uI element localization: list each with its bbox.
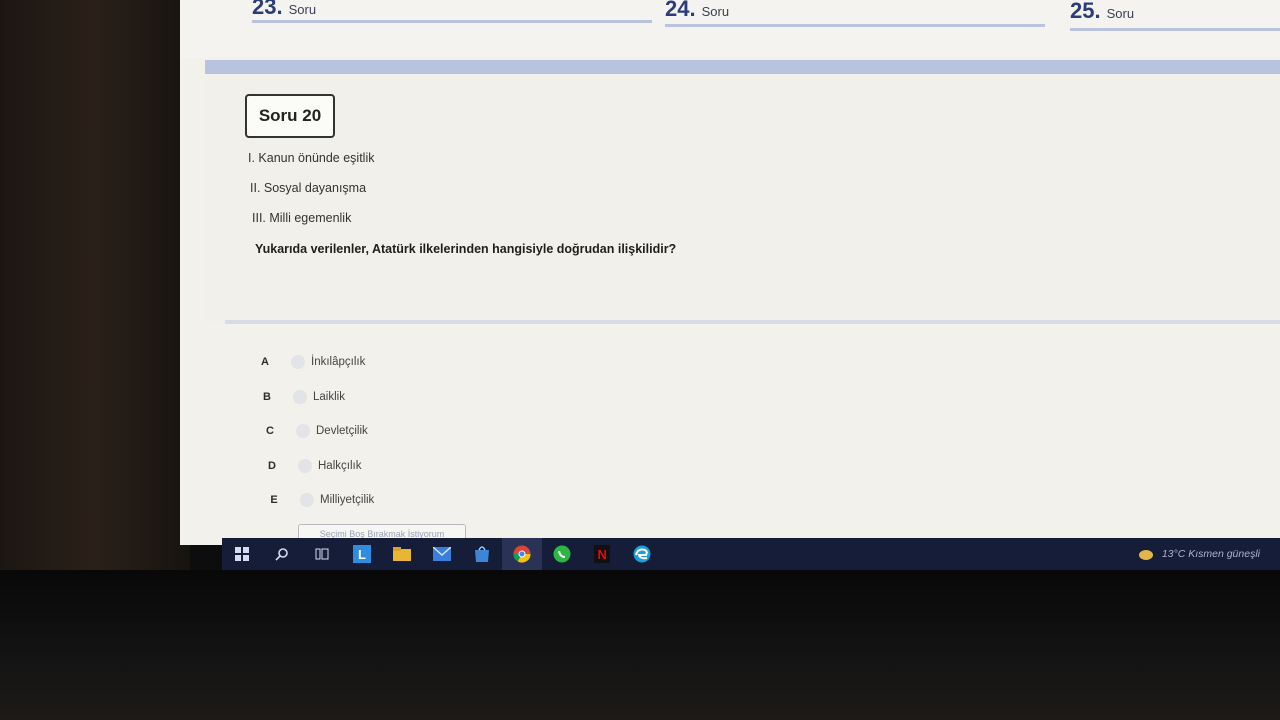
statement-3: III. Milli egemenlik	[252, 211, 352, 225]
question-number-badge: Soru 20	[245, 94, 335, 138]
nav-number: 25.	[1070, 0, 1101, 23]
option-letter: B	[263, 391, 271, 403]
radio-button[interactable]	[291, 355, 305, 369]
radio-button[interactable]	[296, 424, 310, 438]
statement-1: I. Kanun önünde eşitlik	[248, 151, 375, 165]
svg-text:L: L	[358, 547, 366, 562]
question-panel: Soru 20 I. Kanun önünde eşitlik II. Sosy…	[205, 74, 1280, 324]
netflix-icon[interactable]: N	[582, 538, 622, 570]
option-letter: E	[270, 494, 278, 506]
option-text: Laiklik	[313, 391, 345, 403]
svg-text:N: N	[598, 547, 607, 562]
l-app-icon[interactable]: L	[342, 538, 382, 570]
nav-label: Soru	[701, 4, 730, 19]
section-divider	[225, 320, 1280, 324]
file-explorer-icon[interactable]	[382, 538, 422, 570]
taskbar: L N 13°C Kısmen güneşli	[222, 538, 1280, 570]
header-band	[205, 60, 1280, 74]
nav-question-24[interactable]: 24. Soru	[665, 0, 729, 22]
option-b[interactable]: B Laiklik	[257, 387, 345, 407]
mail-icon[interactable]	[422, 538, 462, 570]
browser-screen: b202000051 - 27560353202 b202000051 - 27…	[180, 0, 1280, 545]
nav-question-25[interactable]: 25. Soru	[1070, 0, 1134, 24]
nav-question-23[interactable]: 23. Soru	[252, 0, 316, 20]
system-tray: 13°C Kısmen güneşli	[1138, 538, 1260, 570]
nav-underline	[665, 24, 1045, 27]
question-nav: 23. Soru 24. Soru 25. Soru	[180, 0, 1280, 58]
option-text: Halkçılık	[318, 460, 362, 472]
weather-text[interactable]: 13°C Kısmen güneşli	[1162, 548, 1260, 560]
option-letter: C	[266, 425, 274, 437]
laptop-bezel-bottom	[0, 570, 1280, 720]
option-letter: A	[261, 356, 269, 368]
nav-number: 24.	[665, 0, 696, 21]
nav-underline	[252, 20, 652, 23]
nav-label: Soru	[1106, 6, 1135, 21]
option-text: Milliyetçilik	[320, 494, 375, 506]
option-text: Devletçilik	[316, 425, 368, 437]
chrome-icon[interactable]	[502, 538, 542, 570]
option-text: İnkılâpçılık	[311, 356, 366, 368]
option-letter: D	[268, 460, 276, 472]
store-icon[interactable]	[462, 538, 502, 570]
task-view-icon[interactable]	[302, 538, 342, 570]
question-prompt: Yukarıda verilenler, Atatürk ilkelerinde…	[255, 242, 677, 256]
option-a[interactable]: A İnkılâpçılık	[255, 352, 365, 372]
weather-icon	[1138, 550, 1153, 560]
radio-button[interactable]	[300, 493, 314, 507]
search-icon[interactable]	[262, 538, 302, 570]
nav-underline	[1070, 28, 1280, 31]
nav-number: 23.	[252, 0, 283, 19]
option-c[interactable]: C Devletçilik	[260, 421, 368, 441]
option-d[interactable]: D Halkçılık	[262, 456, 361, 476]
whatsapp-icon[interactable]	[542, 538, 582, 570]
statement-2: II. Sosyal dayanışma	[250, 181, 367, 195]
nav-label: Soru	[288, 2, 317, 17]
radio-button[interactable]	[293, 390, 307, 404]
edge-icon[interactable]	[622, 538, 662, 570]
windows-start-icon[interactable]	[222, 538, 262, 570]
answer-options: A İnkılâpçılık B Laiklik C Devletçilik D…	[205, 330, 1280, 530]
radio-button[interactable]	[298, 459, 312, 473]
option-e[interactable]: E Milliyetçilik	[264, 490, 374, 510]
